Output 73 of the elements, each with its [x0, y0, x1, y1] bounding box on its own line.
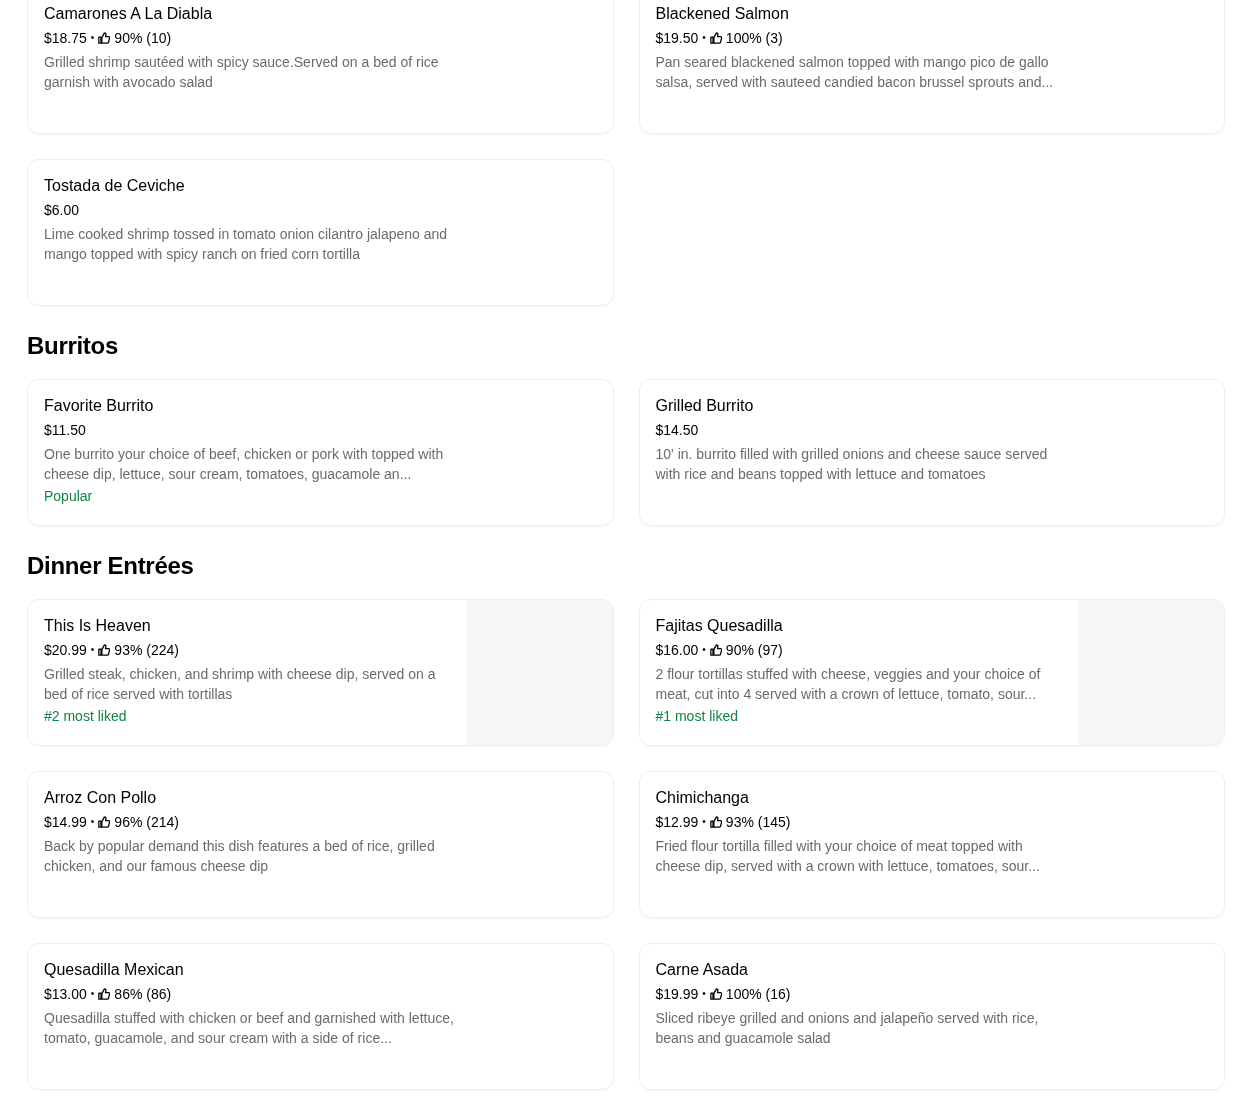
item-name: Tostada de Ceviche [44, 176, 186, 196]
item-description: Fried flour tortilla filled with your choice of meat topped with cheese dip, served with a crown with lettuce, tomatoes, sour... [655, 837, 1041, 876]
menu-item-card[interactable]: Blackened Salmon $19.50 • 100% (3) Pan seared blackened salmon topped with mango pico de gallo salsa, served with sauteed candied bacon brussel sprouts and... [638, 0, 1225, 134]
item-price: $12.99 [655, 813, 699, 832]
separator-dot: • [702, 987, 706, 1001]
item-rating: 90% (10) [114, 29, 172, 48]
item-tag: #2 most liked [44, 706, 451, 726]
item-price: $14.50 [655, 421, 699, 440]
item-description: One burrito your choice of beef, chicken or pork with topped with cheese dip, lettuce, sour cream, tomatoes, guacamole an... [44, 445, 445, 484]
item-rating: 96% (214) [114, 813, 179, 832]
item-description: Pan seared blackened salmon topped with mango pico de gallo salsa, served with sauteed candied bacon brussel sprouts and... [655, 53, 1055, 92]
separator-dot: • [90, 643, 95, 657]
item-description: Grilled steak, chicken, and shrimp with cheese dip, served on a bed of rice served with tortillas [44, 665, 437, 704]
item-name: Blackened Salmon [655, 4, 790, 24]
separator-dot: • [90, 987, 95, 1001]
menu-item-card[interactable]: Chimichanga $12.99 • 93% (145) Fried flour tortilla filled with your choice of meat topped with cheese dip, served with a crown with lettuce, tomatoes, sour... [638, 771, 1225, 918]
item-description: Lime cooked shrimp tossed in tomato onion cilantro jalapeno and mango topped with spicy ranch on fried corn tortilla [44, 225, 449, 264]
menu-item-card[interactable]: Grilled Burrito $14.50 10' in. burrito filled with grilled onions and cheese sauce served with rice and beans topped with lettuce and tomatoes [638, 379, 1225, 526]
separator-dot: • [702, 643, 706, 657]
menu-item-card[interactable]: This Is Heaven $20.99 • 93% (224) Grilled steak, chicken, and shrimp with cheese dip, served on a bed of rice served with tortillas #2 most liked [27, 599, 614, 746]
item-name: Favorite Burrito [44, 396, 155, 416]
item-name: Arroz Con Pollo [44, 788, 158, 808]
item-name: This Is Heaven [44, 616, 152, 636]
separator-dot: • [702, 815, 706, 829]
item-price: $16.00 [655, 641, 699, 660]
thumbs-up-icon [709, 816, 722, 828]
menu-item-card[interactable]: Carne Asada $19.99 • 100% (16) Sliced ribeye grilled and onions and jalapeño served with rice, beans and guacamole salad [638, 943, 1225, 1090]
thumbs-up-icon [709, 988, 722, 1000]
item-price: $19.50 [655, 29, 699, 48]
item-description: Sliced ribeye grilled and onions and jalapeño served with rice, beans and guacamole salad [655, 1009, 1040, 1048]
menu-item-card[interactable]: Favorite Burrito $11.50 One burrito your choice of beef, chicken or pork with topped with cheese dip, lettuce, sour cream, tomatoes, guacamole an... Popular [27, 379, 614, 526]
item-name: Chimichanga [655, 788, 750, 808]
item-rating: 100% (16) [725, 985, 791, 1004]
item-tag: #1 most liked [655, 706, 1062, 726]
item-rating: 93% (224) [114, 641, 179, 660]
item-description: 10' in. burrito filled with grilled onions and cheese sauce served with rice and beans topped with lettuce and tomatoes [655, 445, 1049, 484]
thumbs-up-icon [709, 644, 722, 656]
thumbs-up-icon [98, 816, 111, 828]
item-tag: Popular [44, 486, 597, 506]
item-rating: 93% (145) [725, 813, 791, 832]
thumbs-up-icon [98, 644, 111, 656]
thumbs-up-icon [709, 32, 722, 44]
item-price: $13.00 [44, 985, 87, 1004]
item-price: $11.50 [44, 421, 86, 440]
separator-dot: • [702, 31, 706, 45]
separator-dot: • [90, 31, 95, 45]
item-description: Grilled shrimp sautéed with spicy sauce.Served on a bed of rice garnish with avocado salad [44, 53, 440, 92]
separator-dot: • [90, 815, 95, 829]
item-description: Quesadilla stuffed with chicken or beef and garnished with lettuce, tomato, guacamole, and sour cream with a side of rice... [44, 1009, 454, 1048]
section-heading: Dinner Entrées [27, 551, 195, 581]
item-price: $20.99 [44, 641, 87, 660]
item-price: $6.00 [44, 201, 80, 220]
item-name: Quesadilla Mexican [44, 960, 185, 980]
item-name: Grilled Burrito [655, 396, 755, 416]
menu-item-card[interactable]: Fajitas Quesadilla $16.00 • 90% (97) 2 flour tortillas stuffed with cheese, veggies and your choice of meat, cut into 4 served with a crown of lettuce, tomato, sour... #1 most liked [638, 599, 1225, 746]
item-price: $19.99 [655, 985, 699, 1004]
item-rating: 90% (97) [725, 641, 783, 660]
item-name: Carne Asada [655, 960, 749, 980]
item-name: Camarones A La Diabla [44, 4, 214, 24]
item-price: $14.99 [44, 813, 87, 832]
item-description: 2 flour tortillas stuffed with cheese, veggies and your choice of meat, cut into 4 served with a crown of lettuce, tomato, sour... [655, 665, 1042, 704]
item-description: Back by popular demand this dish features a bed of rice, grilled chicken, and our famous cheese dip [44, 837, 436, 876]
menu-item-card[interactable]: Tostada de Ceviche $6.00 Lime cooked shrimp tossed in tomato onion cilantro jalapeno and mango topped with spicy ranch on fried corn tortilla [27, 159, 614, 306]
thumbs-up-icon [98, 988, 111, 1000]
item-rating: 100% (3) [725, 29, 783, 48]
thumbs-up-icon [98, 32, 111, 44]
menu-item-card[interactable]: Camarones A La Diabla $18.75 • 90% (10) Grilled shrimp sautéed with spicy sauce.Served on a bed of rice garnish with avocado salad [27, 0, 614, 134]
item-name: Fajitas Quesadilla [655, 616, 784, 636]
item-price: $18.75 [44, 29, 87, 48]
menu-item-card[interactable]: Quesadilla Mexican $13.00 • 86% (86) Quesadilla stuffed with chicken or beef and garnished with lettuce, tomato, guacamole, and sour cream with a side of rice... [27, 943, 614, 1090]
section-heading: Burritos [27, 331, 119, 361]
item-rating: 86% (86) [114, 985, 172, 1004]
menu-item-card[interactable]: Arroz Con Pollo $14.99 • 96% (214) Back by popular demand this dish features a bed of rice, grilled chicken, and our famous cheese dip [27, 771, 614, 918]
